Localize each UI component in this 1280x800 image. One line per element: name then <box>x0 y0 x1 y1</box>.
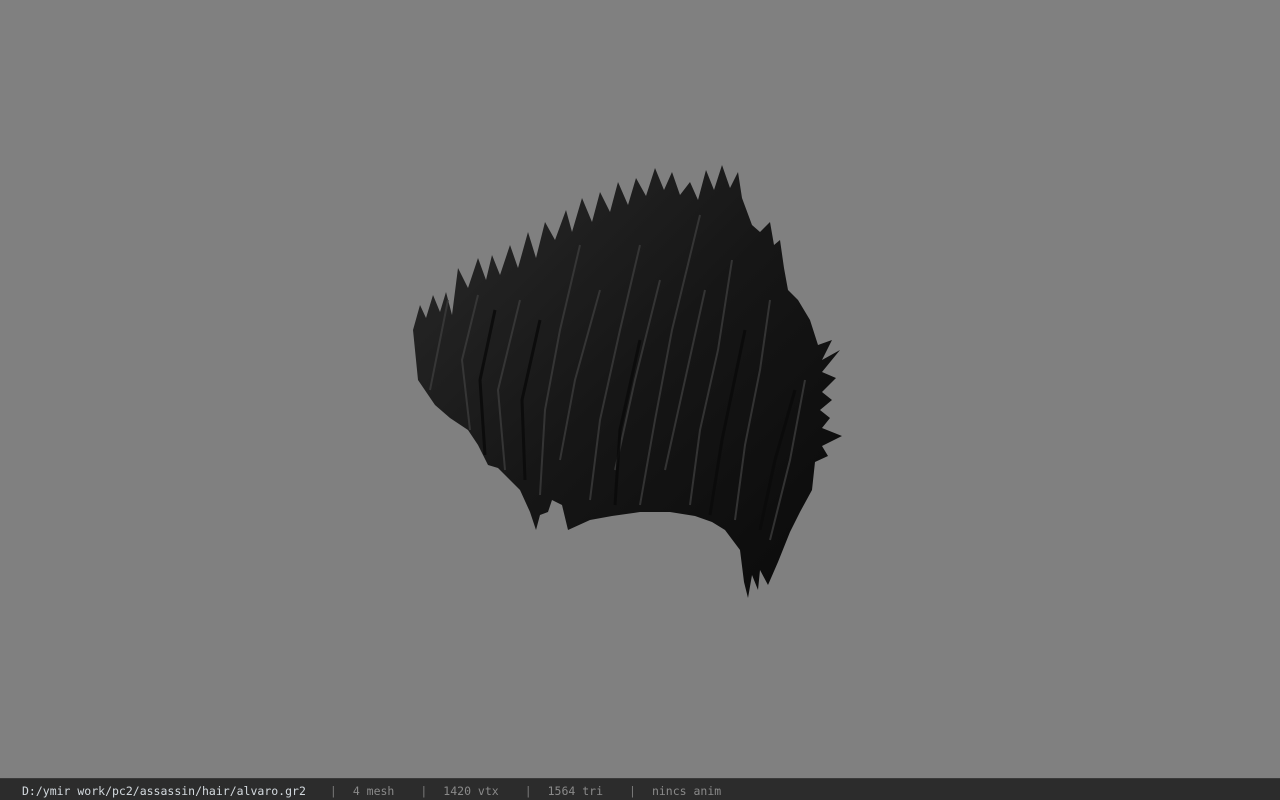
separator: | <box>629 783 636 798</box>
separator: | <box>329 783 337 798</box>
separator: | <box>420 783 428 798</box>
hair-silhouette <box>413 165 842 598</box>
animation-status: nincs anim <box>651 783 722 798</box>
triangle-count: 1564 tri <box>547 783 604 798</box>
3d-viewport[interactable] <box>0 0 1280 778</box>
hair-model <box>413 165 842 598</box>
file-path: D:/ymir work/pc2/assassin/hair/alvaro.gr… <box>22 783 306 798</box>
mesh-count: 4 mesh <box>352 783 395 798</box>
status-bar: D:/ymir work/pc2/assassin/hair/alvaro.gr… <box>0 778 1280 800</box>
separator: | <box>524 783 532 798</box>
vertex-count: 1420 vtx <box>443 783 499 798</box>
